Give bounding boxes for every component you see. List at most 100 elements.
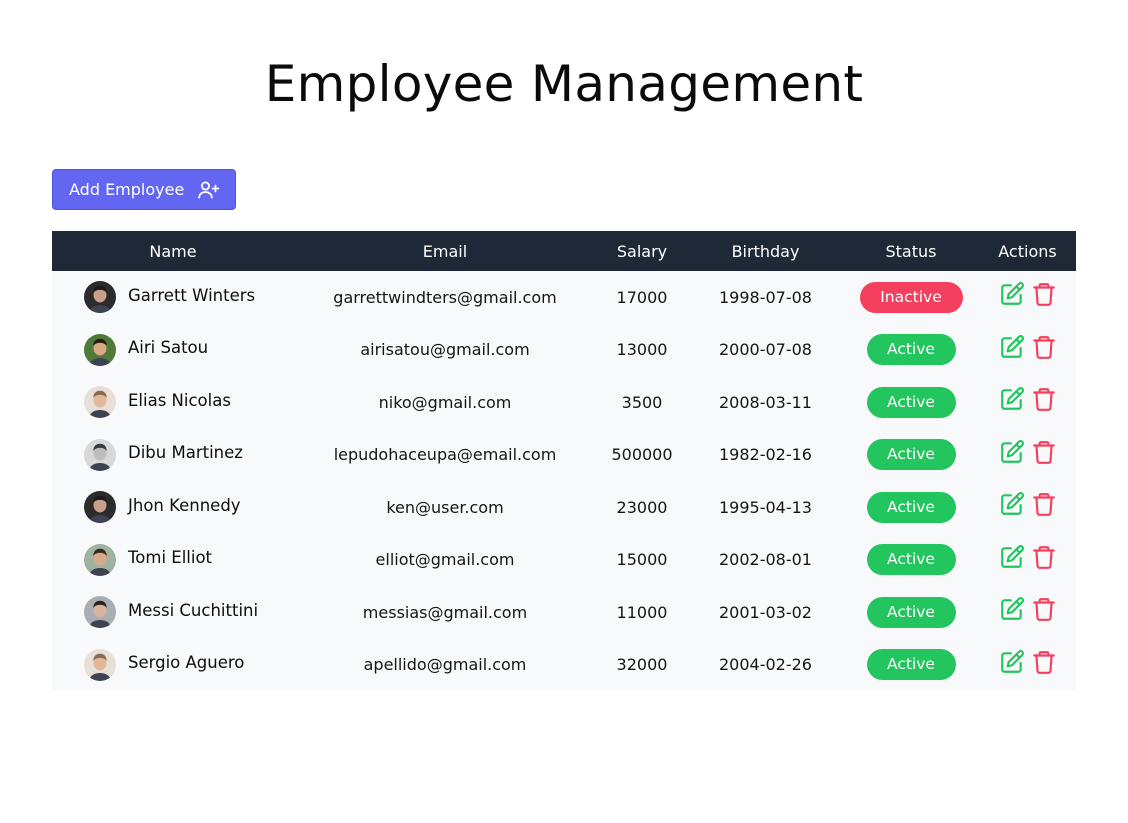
edit-icon[interactable] <box>999 491 1025 517</box>
edit-icon[interactable] <box>999 649 1025 675</box>
trash-icon[interactable] <box>1031 281 1057 307</box>
actions-cell <box>979 376 1076 429</box>
birthday-cell: 2001-03-02 <box>719 602 812 622</box>
column-header-email: Email <box>422 241 468 261</box>
status-badge: Active <box>866 334 956 366</box>
name-cell: Dibu Martinez <box>52 429 294 482</box>
column-header-salary: Salary <box>616 241 668 261</box>
actions-cell <box>979 586 1076 639</box>
employee-name: Jhon Kennedy <box>128 495 241 515</box>
status-cell: Active <box>843 481 979 534</box>
name-cell: Elias Nicolas <box>52 376 294 429</box>
salary-cell: 17000 <box>616 287 668 307</box>
table-row: Airi Satou airisatou@gmail.com 13000 2000-0… <box>52 323 1076 377</box>
trash-icon[interactable] <box>1031 596 1057 622</box>
birthday-cell: 1998-07-08 <box>719 287 812 307</box>
status-badge: Active <box>866 596 956 628</box>
email-cell: lepudohaceupa@email.com <box>333 445 557 465</box>
add-employee-label: Add Employee <box>69 180 185 199</box>
avatar <box>84 596 116 629</box>
edit-icon[interactable] <box>999 281 1025 307</box>
birthday-cell: 2004-02-26 <box>719 655 812 675</box>
employee-name: Sergio Aguero <box>128 653 245 673</box>
trash-icon[interactable] <box>1031 439 1057 465</box>
table-header: Name Email Salary Birthday Status Actions <box>52 231 1076 271</box>
salary-cell: 3500 <box>621 392 663 412</box>
email-cell: elliot@gmail.com <box>375 550 515 570</box>
status-cell: Active <box>843 376 979 429</box>
page-title: Employee Management <box>264 55 864 113</box>
birthday-cell: 1995-04-13 <box>719 497 812 517</box>
edit-icon[interactable] <box>999 386 1025 412</box>
table-row: Tomi Elliot elliot@gmail.com 15000 2002-08-… <box>52 533 1076 587</box>
table-row: Garrett Winters garrettwindters@gmail.com… <box>52 271 1076 324</box>
avatar <box>84 648 116 681</box>
user-plus-icon <box>198 181 220 199</box>
status-cell: Active <box>843 586 979 639</box>
avatar <box>84 386 116 419</box>
employee-name: Messi Cuchittini <box>128 600 259 620</box>
trash-icon[interactable] <box>1031 649 1057 675</box>
email-cell: garrettwindters@gmail.com <box>333 287 557 307</box>
edit-icon[interactable] <box>999 439 1025 465</box>
actions-cell <box>979 481 1076 534</box>
name-cell: Jhon Kennedy <box>52 481 294 534</box>
email-cell: niko@gmail.com <box>378 392 512 412</box>
status-cell: Active <box>843 639 979 692</box>
actions-cell <box>979 324 1076 377</box>
birthday-cell: 2000-07-08 <box>719 340 812 360</box>
birthday-cell: 2008-03-11 <box>719 392 812 412</box>
name-cell: Messi Cuchittini <box>52 586 294 639</box>
email-cell: apellido@gmail.com <box>363 655 527 675</box>
column-header-status: Status <box>885 241 937 261</box>
status-badge: Active <box>866 649 956 681</box>
employee-name: Tomi Elliot <box>128 548 213 568</box>
actions-cell <box>979 534 1076 587</box>
status-cell: Active <box>843 429 979 482</box>
edit-icon[interactable] <box>999 544 1025 570</box>
table-body: Garrett Winters garrettwindters@gmail.com… <box>52 271 1076 691</box>
actions-cell <box>979 429 1076 482</box>
status-badge: Active <box>866 491 956 523</box>
salary-cell: 23000 <box>616 497 668 517</box>
avatar <box>84 438 116 471</box>
salary-cell: 13000 <box>616 340 668 360</box>
table-row: Elias Nicolas niko@gmail.com 3500 2008-03-1… <box>52 376 1076 429</box>
table-row: Messi Cuchittini messias@gmail.com 11000 20… <box>52 586 1076 639</box>
add-employee-button[interactable]: Add Employee <box>52 169 236 210</box>
status-cell: Active <box>843 534 979 587</box>
actions-cell <box>979 639 1076 692</box>
edit-icon[interactable] <box>999 596 1025 622</box>
column-header-actions: Actions <box>998 241 1057 261</box>
employee-name: Airi Satou <box>128 338 209 358</box>
status-cell: Active <box>843 324 979 377</box>
employee-table: Name Email Salary Birthday Status Actions Gar… <box>52 231 1076 691</box>
status-badge: Active <box>866 544 956 576</box>
avatar <box>84 281 116 314</box>
email-cell: messias@gmail.com <box>362 602 528 622</box>
actions-cell <box>979 271 1076 324</box>
table-row: Dibu Martinez lepudohaceupa@email.com 5000… <box>52 428 1076 482</box>
name-cell: Sergio Aguero <box>52 639 294 692</box>
name-cell: Tomi Elliot <box>52 534 294 587</box>
birthday-cell: 2002-08-01 <box>719 550 812 570</box>
trash-icon[interactable] <box>1031 386 1057 412</box>
trash-icon[interactable] <box>1031 334 1057 360</box>
column-header-name: Name <box>149 241 197 261</box>
employee-name: Dibu Martinez <box>128 443 243 463</box>
status-cell: Inactive <box>843 271 979 324</box>
name-cell: Airi Satou <box>52 324 294 377</box>
avatar <box>84 333 116 366</box>
employee-name: Garrett Winters <box>128 285 256 305</box>
name-cell: Garrett Winters <box>52 271 294 324</box>
table-row: Sergio Aguero apellido@gmail.com 32000 2004… <box>52 638 1076 692</box>
column-header-birthday: Birthday <box>731 241 800 261</box>
salary-cell: 11000 <box>616 602 668 622</box>
birthday-cell: 1982-02-16 <box>719 445 812 465</box>
email-cell: airisatou@gmail.com <box>360 340 530 360</box>
trash-icon[interactable] <box>1031 544 1057 570</box>
edit-icon[interactable] <box>999 334 1025 360</box>
employee-name: Elias Nicolas <box>128 390 231 410</box>
avatar <box>84 543 116 576</box>
trash-icon[interactable] <box>1031 491 1057 517</box>
